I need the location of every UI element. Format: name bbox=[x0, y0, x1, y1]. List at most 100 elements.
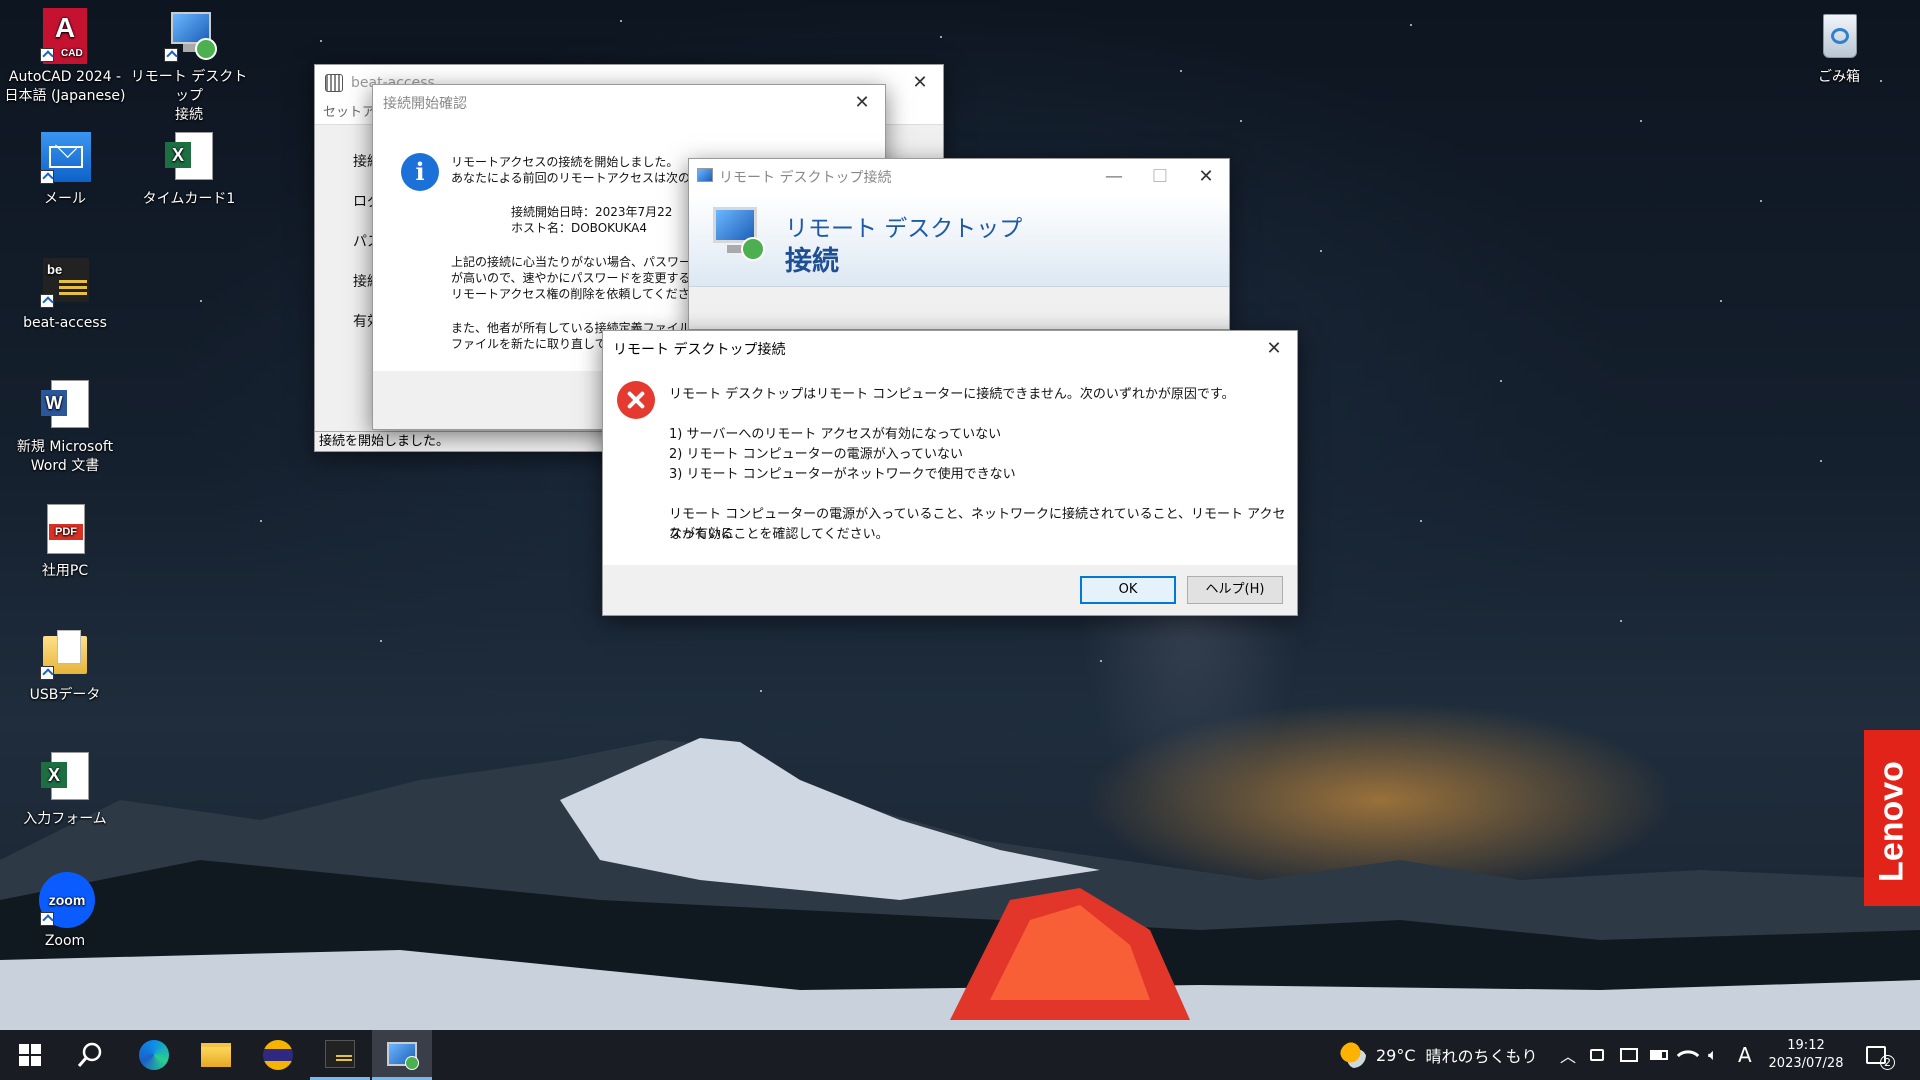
tray-network[interactable] bbox=[1676, 1030, 1700, 1080]
maximize-icon[interactable]: ☐ bbox=[1137, 159, 1183, 193]
desktop-icon-label: タイムカード1 bbox=[142, 191, 236, 207]
remote-desktop-window[interactable]: リモート デスクトップ接続 — ☐ ✕ リモート デスクトップ 接続 bbox=[688, 158, 1230, 330]
error-icon bbox=[617, 381, 655, 419]
tray-battery[interactable] bbox=[1650, 1030, 1668, 1080]
start-button[interactable] bbox=[0, 1030, 60, 1080]
excel-icon: X bbox=[161, 130, 217, 186]
desktop-icon-label: USBデータ bbox=[29, 687, 101, 703]
zoom-icon: zoom bbox=[37, 872, 95, 928]
confirm-warn2: が高いので、速やかにパスワードを変更するか、 bbox=[451, 271, 715, 285]
confirm-warn1: 上記の接続に心当たりがない場合、パスワー bbox=[451, 255, 692, 269]
desktop-icon-label: メール bbox=[44, 191, 86, 207]
show-hidden-icons-button[interactable]: ︿ bbox=[1560, 1030, 1576, 1080]
window-title: リモート デスクトップ接続 bbox=[719, 170, 892, 186]
weather-widget[interactable]: 29°C 晴れのちくもり bbox=[1340, 1030, 1538, 1080]
info-icon: i bbox=[401, 153, 439, 191]
rdc-banner-title2: 接続 bbox=[785, 246, 839, 277]
tray-volume[interactable]: 🔈︎ bbox=[1708, 1030, 1718, 1080]
taskbar-app[interactable] bbox=[248, 1030, 308, 1080]
remote-desktop-icon bbox=[161, 8, 217, 64]
search-button[interactable] bbox=[60, 1030, 120, 1080]
mail-icon bbox=[37, 130, 93, 186]
taskbar-file-explorer[interactable] bbox=[186, 1030, 246, 1080]
beat-access-icon bbox=[325, 1039, 355, 1068]
rdc-banner: リモート デスクトップ 接続 bbox=[689, 195, 1229, 287]
desktop-icon-label: AutoCAD 2024 - 日本語 (Japanese) bbox=[4, 69, 126, 104]
camera-icon bbox=[1590, 1049, 1604, 1061]
close-icon[interactable]: ✕ bbox=[839, 85, 885, 119]
taskbar-remote-desktop[interactable] bbox=[372, 1030, 432, 1080]
app-globe-icon bbox=[263, 1040, 293, 1070]
desktop-icon-zoom[interactable]: zoom Zoom bbox=[0, 872, 130, 951]
error-reason-3: 3) リモート コンピューターがネットワークで使用できない bbox=[669, 467, 1016, 482]
ok-button[interactable]: OK bbox=[1080, 576, 1176, 604]
pdf-icon: PDF bbox=[37, 502, 93, 558]
window-title: 接続開始確認 bbox=[383, 96, 467, 112]
word-icon: W bbox=[37, 378, 93, 434]
error-message: リモート デスクトップはリモート コンピューターに接続できません。次のいずれかが… bbox=[669, 387, 1235, 402]
search-icon bbox=[77, 1042, 102, 1067]
battery-icon bbox=[1650, 1050, 1668, 1060]
windows-icon bbox=[19, 1044, 41, 1066]
error-note-2: なっていることを確認してください。 bbox=[669, 527, 889, 542]
taskbar-clock[interactable]: 19:12 2023/07/28 bbox=[1760, 1037, 1852, 1073]
desktop-icon-label: Zoom bbox=[44, 933, 86, 949]
desktop-icon-company-pc[interactable]: PDF 社用PC bbox=[0, 502, 130, 581]
desktop-icon-label: 入力フォーム bbox=[23, 811, 107, 827]
rdc-banner-title1: リモート デスクトップ bbox=[785, 216, 1023, 242]
desktop-icon-label: リモート デスクトップ 接続 bbox=[130, 69, 248, 123]
remote-desktop-icon bbox=[697, 168, 713, 182]
close-icon[interactable]: ✕ bbox=[897, 65, 943, 99]
excel-icon: X bbox=[37, 750, 93, 806]
confirm-line2: あなたによる前回のリモートアクセスは次のとお bbox=[451, 171, 715, 185]
error-reason-1: 1) サーバーへのリモート アクセスが有効になっていない bbox=[669, 427, 1002, 442]
desktop-icon-label: ごみ箱 bbox=[1818, 69, 1860, 85]
monitor-icon bbox=[1620, 1048, 1638, 1062]
lenovo-logo: Lenovo bbox=[1864, 730, 1920, 906]
desktop-icon-timecard[interactable]: X タイムカード1 bbox=[124, 130, 254, 209]
close-icon[interactable]: ✕ bbox=[1183, 159, 1229, 193]
ime-indicator[interactable]: A bbox=[1738, 1030, 1752, 1080]
minimize-icon[interactable]: — bbox=[1091, 159, 1137, 193]
weather-temp: 29°C bbox=[1376, 1045, 1416, 1065]
notification-icon bbox=[1866, 1046, 1886, 1064]
remote-desktop-icon bbox=[711, 207, 767, 263]
desktop-icon-mail[interactable]: メール bbox=[0, 130, 130, 209]
window-title: リモート デスクトップ接続 bbox=[613, 342, 786, 358]
partly-cloudy-icon bbox=[1340, 1042, 1366, 1068]
tray-meet-icon[interactable] bbox=[1590, 1030, 1604, 1080]
tray-remote-icon[interactable] bbox=[1620, 1030, 1638, 1080]
help-button[interactable]: ヘルプ(H) bbox=[1187, 576, 1283, 604]
desktop-icon-beat-access[interactable]: be beat-access bbox=[0, 254, 130, 333]
confirm-line1: リモートアクセスの接続を開始しました。 bbox=[451, 155, 679, 169]
close-icon[interactable]: ✕ bbox=[1251, 331, 1297, 365]
rdc-titlebar[interactable]: リモート デスクトップ接続 — ☐ ✕ bbox=[689, 159, 1229, 195]
rdc-error-dialog[interactable]: リモート デスクトップ接続 ✕ リモート デスクトップはリモート コンピューター… bbox=[602, 330, 1298, 616]
desktop-icon-word-doc[interactable]: W 新規 Microsoft Word 文書 bbox=[0, 378, 130, 476]
chevron-up-icon: ︿ bbox=[1560, 1047, 1577, 1066]
taskbar-edge[interactable] bbox=[124, 1030, 184, 1080]
taskbar: 29°C 晴れのちくもり ︿ 🔈︎ A 19:12 2023/07/28 2 bbox=[0, 1030, 1920, 1080]
notification-center-button[interactable]: 2 bbox=[1866, 1030, 1895, 1080]
error-dialog-footer: OK ヘルプ(H) bbox=[603, 565, 1297, 615]
edge-icon bbox=[139, 1040, 169, 1070]
confirm-dialog-titlebar[interactable]: 接続開始確認 ✕ bbox=[373, 85, 885, 121]
error-reason-2: 2) リモート コンピューターの電源が入っていない bbox=[669, 447, 963, 462]
confirm-warn3: リモートアクセス権の削除を依頼してください。 bbox=[451, 287, 714, 301]
clock-time: 19:12 bbox=[1787, 1038, 1825, 1053]
desktop-icon-label: 新規 Microsoft Word 文書 bbox=[16, 439, 114, 474]
desktop-icon-label: beat-access bbox=[23, 315, 107, 331]
clock-date: 2023/07/28 bbox=[1768, 1056, 1844, 1071]
taskbar-beat-access[interactable] bbox=[310, 1030, 370, 1080]
desktop-icon-input-form[interactable]: X 入力フォーム bbox=[0, 750, 130, 829]
desktop-icon-recycle-bin[interactable]: ごみ箱 bbox=[1774, 8, 1904, 87]
error-dialog-titlebar[interactable]: リモート デスクトップ接続 ✕ bbox=[603, 331, 1297, 367]
speaker-icon: 🔈︎ bbox=[1708, 1045, 1718, 1064]
desktop-icon-remote-desktop[interactable]: リモート デスクトップ 接続 bbox=[124, 8, 254, 125]
desktop-icon-autocad[interactable]: A CAD AutoCAD 2024 - 日本語 (Japanese) bbox=[0, 8, 130, 106]
confirm-warn5: ファイルを新たに取り直してく bbox=[451, 337, 619, 351]
wifi-icon bbox=[1676, 1043, 1700, 1067]
beat-access-app-icon bbox=[325, 74, 343, 92]
confirm-host: ホスト名：DOBOKUKA4 bbox=[511, 221, 647, 235]
desktop-icon-usb-data[interactable]: USBデータ bbox=[0, 626, 130, 705]
